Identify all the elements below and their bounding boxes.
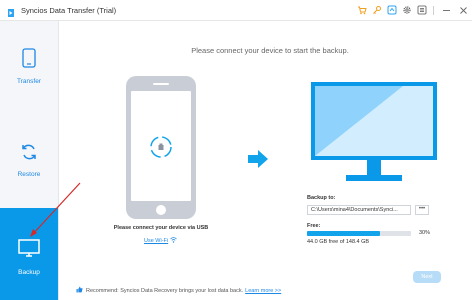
phone-screen (131, 91, 191, 201)
title-bar: Syncios Data Transfer (Trial) (0, 0, 472, 21)
phone-home-button (156, 205, 166, 215)
learn-more-link[interactable]: Learn more >> (245, 288, 281, 294)
key-icon[interactable] (371, 5, 382, 16)
phone-icon (22, 48, 36, 73)
free-percent: 30% (419, 230, 431, 236)
backup-to-label: Backup to: (307, 195, 336, 201)
sidebar: Transfer Restore Backup (0, 21, 59, 300)
sidebar-item-label: Restore (17, 171, 41, 178)
monitor-icon (18, 238, 40, 264)
annotation-arrow (26, 180, 84, 240)
restore-icon (20, 143, 38, 166)
phone-illustration (126, 76, 196, 219)
sidebar-item-transfer[interactable]: Transfer (0, 48, 58, 108)
recommend-text: Recommend: Syncios Data Recovery brings … (86, 287, 244, 294)
menu-icon[interactable] (416, 5, 427, 16)
use-wifi-link[interactable]: Use Wi-Fi (144, 237, 177, 245)
free-space-bar (307, 231, 411, 236)
minimize-button[interactable] (439, 3, 453, 17)
wifi-icon (170, 237, 177, 245)
cart-icon[interactable] (356, 5, 367, 16)
recommend-bar: Recommend: Syncios Data Recovery brings … (76, 286, 281, 295)
sidebar-item-label: Transfer (17, 78, 41, 85)
backup-path-field[interactable]: C:\Users\mina4\Documents\Synci... (307, 205, 411, 215)
free-label: Free: (307, 223, 321, 229)
next-button[interactable]: Next (413, 271, 441, 283)
wifi-link-label: Use Wi-Fi (144, 238, 169, 244)
transfer-arrow-icon (247, 149, 269, 169)
thumbs-up-icon (76, 286, 83, 295)
app-logo-icon (6, 5, 16, 17)
usb-connect-text: Please connect your device via USB (113, 225, 209, 231)
phone-speaker (153, 83, 169, 85)
upgrade-icon[interactable] (386, 5, 397, 16)
computer-illustration (311, 82, 437, 186)
browse-button[interactable]: ••• (415, 205, 429, 215)
backup-instruction: Please connect your device to start the … (191, 46, 349, 55)
free-space-text: 44.0 GB free of 148.4 GB (307, 239, 370, 245)
titlebar-divider (433, 5, 434, 15)
window-title: Syncios Data Transfer (Trial) (21, 5, 117, 15)
free-space-fill (307, 231, 380, 236)
sidebar-item-label: Backup (18, 268, 40, 276)
loading-icon (149, 135, 173, 164)
close-button[interactable] (456, 3, 470, 17)
settings-icon[interactable] (401, 5, 412, 16)
